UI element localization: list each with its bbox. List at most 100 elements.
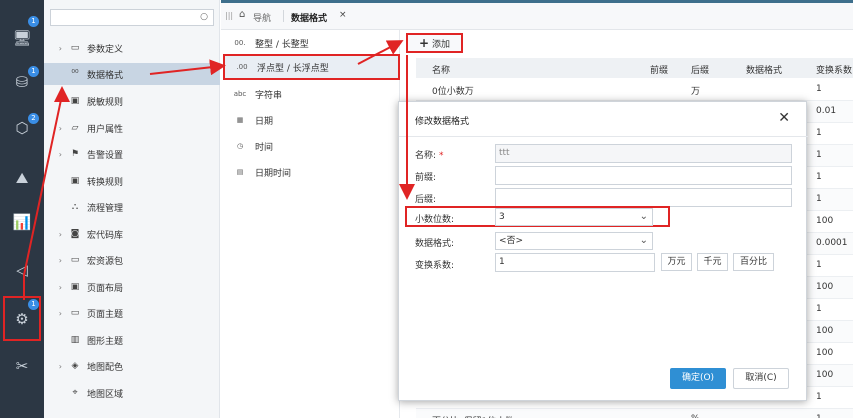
type-item-string[interactable]: abc 字符串 [221, 81, 400, 107]
tree-item-page-layout[interactable]: › ▣ 页面布局 [44, 276, 220, 298]
table-cell: 1 [816, 392, 822, 402]
table-cell: 100 [816, 326, 834, 336]
layout-icon: ▣ [70, 282, 80, 292]
table-cell: 1 [816, 84, 822, 94]
decimals-select[interactable]: 3 ⌄ [495, 208, 653, 226]
tree-item-map-color[interactable]: › ◈ 地图配色 [44, 355, 220, 377]
factor-label: 变换系数: [415, 261, 455, 271]
tab-data-format[interactable]: 数据格式 [291, 11, 327, 24]
home-icon[interactable]: ⌂ [239, 9, 245, 20]
chevron-right-icon[interactable]: › [50, 44, 62, 53]
table-cell: 100 [816, 348, 834, 358]
flag-icon: ⚑ [70, 149, 80, 159]
type-list: 00. 整型 / 长整型 .00 浮点型 / 长浮点型 abc 字符串 ▦ 日期… [221, 30, 400, 418]
clock-icon: ◷ [236, 142, 244, 150]
layers-icon[interactable]: ⛰ [0, 158, 44, 198]
tree-item-chart-theme[interactable]: ▥ 图形主题 [44, 329, 220, 351]
tree-item-flow[interactable]: ⛬ 流程管理 [44, 196, 220, 218]
top-accent-line [221, 0, 853, 3]
float-icon: .00 [236, 63, 248, 71]
format-label: 数据格式: [415, 239, 455, 249]
tools-icon[interactable]: ✂ [0, 346, 44, 386]
chevron-down-icon: ⌄ [639, 211, 648, 222]
chevron-right-icon[interactable]: › [50, 362, 62, 371]
settings-tree: ○ › ▭ 参数定义 ⁰⁰ 数据格式 › ▣ 脱敏规则 › ▱ 用户属性 › ⚑… [44, 0, 220, 418]
table-row[interactable]: 0位小数万 万 1 [416, 79, 853, 101]
table-cell: 0位小数万 [432, 87, 474, 97]
column-header[interactable]: 变换系数 [816, 63, 852, 76]
column-header[interactable]: 数据格式 [746, 63, 782, 76]
send-icon[interactable]: ◁ [0, 250, 44, 290]
tree-item-convert[interactable]: ▣ 转换规则 [44, 170, 220, 192]
tree-item-param-def[interactable]: › ▭ 参数定义 [44, 37, 220, 59]
tree-item-masking[interactable]: › ▣ 脱敏规则 [44, 90, 220, 112]
column-header[interactable]: 后缀 [691, 63, 709, 76]
tree-item-page-theme[interactable]: › ▭ 页面主题 [44, 302, 220, 324]
unit-qian-button[interactable]: 千元 [697, 253, 728, 271]
prefix-field[interactable] [495, 166, 792, 185]
type-item-datetime[interactable]: ▤ 日期时间 [221, 159, 400, 185]
chevron-right-icon[interactable]: › [50, 256, 62, 265]
type-item-time[interactable]: ◷ 时间 [221, 133, 400, 159]
dialog-divider [399, 136, 808, 137]
suffix-label: 后缀: [415, 195, 437, 205]
column-header[interactable]: 名称 [432, 63, 450, 76]
chevron-right-icon[interactable]: › [50, 150, 62, 159]
confirm-button[interactable]: 确定(O) [670, 368, 726, 389]
tree-item-data-format[interactable]: ⁰⁰ 数据格式 [44, 63, 220, 85]
table-cell: 1 [816, 304, 822, 314]
chevron-right-icon[interactable]: › [50, 283, 62, 292]
notification-badge: 1 [28, 299, 39, 310]
tree-item-alert[interactable]: › ⚑ 告警设置 [44, 143, 220, 165]
chevron-down-icon: ⌄ [639, 235, 648, 246]
tree-item-map-area[interactable]: ⌖ 地图区域 [44, 382, 220, 404]
flow-icon: ⛬ [71, 202, 79, 212]
table-header: 名称 前缀 后缀 数据格式 变换系数 [416, 58, 853, 78]
required-mark: * [439, 151, 444, 161]
tree-search-input[interactable]: ○ [50, 9, 214, 26]
notification-badge: 2 [28, 113, 39, 124]
add-button[interactable]: + 添加 [406, 33, 463, 53]
map-pin-icon: ⌖ [72, 388, 78, 398]
chevron-right-icon[interactable]: › [50, 230, 62, 239]
chevron-right-icon[interactable]: › [50, 124, 62, 133]
integer-icon: 00. [234, 39, 246, 47]
tree-item-user-attr[interactable]: › ▱ 用户属性 [44, 117, 220, 139]
unit-wan-button[interactable]: 万元 [661, 253, 692, 271]
suffix-field[interactable] [495, 188, 792, 207]
theme-icon: ▭ [70, 308, 80, 318]
decimals-label: 小数位数: [415, 215, 455, 225]
datetime-icon: ▤ [236, 168, 244, 176]
tab-nav[interactable]: 导航 [253, 11, 271, 24]
tree-item-package[interactable]: › ▭ 宏资源包 [44, 249, 220, 271]
notification-badge: 1 [28, 66, 39, 77]
type-item-date[interactable]: ▦ 日期 [221, 107, 400, 133]
chevron-right-icon[interactable]: › [50, 97, 62, 106]
table-cell: 1 [816, 414, 822, 418]
package-icon: ▭ [70, 255, 80, 265]
tree-item-macro[interactable]: › ◙ 宏代码库 [44, 223, 220, 245]
table-cell: 万 [691, 87, 701, 97]
prefix-label: 前缀: [415, 173, 437, 183]
close-icon[interactable]: ✕ [778, 110, 790, 126]
cancel-button[interactable]: 取消(C) [733, 368, 789, 389]
macro-icon: ◙ [70, 229, 80, 239]
unit-percent-button[interactable]: 百分比 [733, 253, 774, 271]
table-cell: 百分比_保留1位小数 [432, 414, 514, 418]
search-icon[interactable]: ○ [200, 12, 208, 22]
grip-icon[interactable]: ||| [225, 11, 233, 20]
format-select[interactable]: <否> ⌄ [495, 232, 653, 250]
name-field[interactable]: ttt [495, 144, 792, 163]
column-header[interactable]: 前缀 [650, 63, 668, 76]
factor-field[interactable]: 1 [495, 253, 655, 272]
tab-divider [283, 10, 284, 22]
bar-chart-icon[interactable]: 📊 [0, 202, 44, 242]
tab-bar: ||| ⌂ 导航 数据格式 × [221, 0, 853, 30]
type-item-integer[interactable]: 00. 整型 / 长整型 [221, 30, 400, 56]
table-row[interactable]: 百分比_保留1位小数% 1 [416, 409, 853, 418]
table-cell: 0.01 [816, 106, 837, 116]
chevron-right-icon[interactable]: › [50, 309, 62, 318]
table-cell: 100 [816, 216, 834, 226]
close-icon[interactable]: × [339, 10, 347, 20]
type-item-float[interactable]: .00 浮点型 / 长浮点型 [223, 54, 400, 80]
